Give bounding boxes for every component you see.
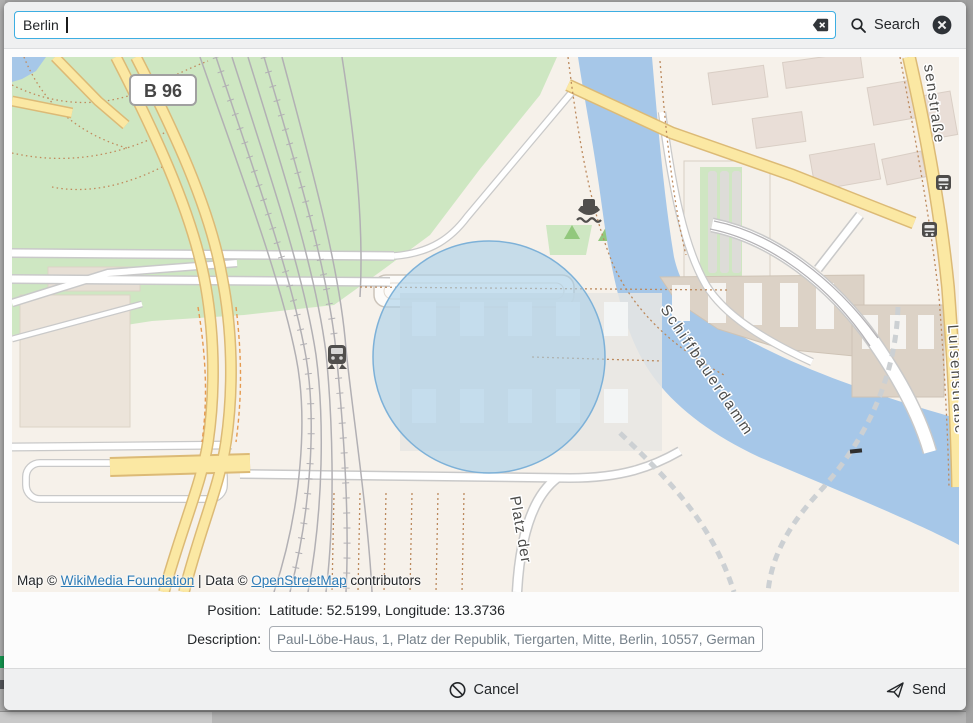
location-accuracy-circle xyxy=(373,241,605,473)
text-caret xyxy=(66,17,68,33)
position-row: Position: Latitude: 52.5199, Longitude: … xyxy=(4,602,966,618)
attribution-text: contributors xyxy=(347,573,421,588)
svg-text:B 96: B 96 xyxy=(144,81,182,101)
search-header: Search xyxy=(4,2,966,49)
road-badge-b96: B 96 xyxy=(130,75,196,105)
map-attribution: Map © WikiMedia Foundation | Data © Open… xyxy=(17,573,421,588)
close-icon xyxy=(932,15,952,35)
search-input-wrap xyxy=(14,11,836,39)
send-icon xyxy=(886,681,905,699)
description-row: Description: xyxy=(4,626,966,652)
send-label: Send xyxy=(912,682,946,698)
underlying-window-bottom-right xyxy=(212,711,973,723)
close-button[interactable] xyxy=(932,15,952,35)
location-form: Position: Latitude: 52.5199, Longitude: … xyxy=(4,594,966,652)
desktop-background: Search xyxy=(0,0,973,723)
cancel-label: Cancel xyxy=(474,682,519,698)
position-label: Position: xyxy=(4,602,269,618)
wikimedia-link[interactable]: WikiMedia Foundation xyxy=(61,573,195,588)
dialog-footer: Cancel Send xyxy=(4,668,966,710)
attribution-text: | Data © xyxy=(194,573,251,588)
underlying-window-bottom-left xyxy=(0,711,212,723)
description-label: Description: xyxy=(4,631,269,647)
map-view[interactable]: Schiffbauerdamm senstraße Luisenstraße P… xyxy=(12,57,959,592)
send-button[interactable]: Send xyxy=(886,669,946,710)
clear-backspace-icon[interactable] xyxy=(812,18,829,32)
cancel-icon xyxy=(449,681,467,699)
underlying-window-right-edge xyxy=(966,0,973,723)
position-value: Latitude: 52.5199, Longitude: 13.3736 xyxy=(269,602,505,618)
search-icon xyxy=(850,17,867,34)
search-button-label: Search xyxy=(874,17,920,33)
openstreetmap-link[interactable]: OpenStreetMap xyxy=(251,573,346,588)
bus-stop-icon xyxy=(936,175,951,190)
description-input[interactable] xyxy=(269,626,763,652)
attribution-text: Map © xyxy=(17,573,61,588)
bus-stop-icon xyxy=(922,222,937,237)
cancel-button[interactable]: Cancel xyxy=(449,669,519,710)
location-picker-dialog: Search xyxy=(4,2,966,710)
search-button[interactable]: Search xyxy=(850,17,920,34)
map-canvas: Schiffbauerdamm senstraße Luisenstraße P… xyxy=(12,57,959,592)
search-input[interactable] xyxy=(14,11,836,39)
